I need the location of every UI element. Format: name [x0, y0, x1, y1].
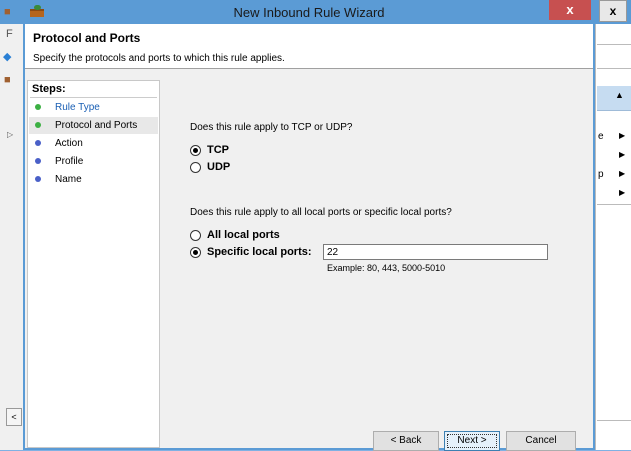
step-name: Name: [29, 171, 158, 188]
udp-radio[interactable]: [190, 162, 201, 173]
menu-letter-icon: F: [6, 28, 13, 40]
actions-divider: [597, 420, 631, 421]
step-label: Rule Type: [55, 102, 100, 113]
tree-expand-icon[interactable]: ▷: [7, 130, 13, 139]
firewall-icon: ■: [4, 6, 11, 18]
actions-divider: [597, 44, 631, 45]
dialog-title: New Inbound Rule Wizard: [233, 5, 385, 20]
wizard-dialog: New Inbound Rule Wizard x Protocol and P…: [23, 0, 595, 451]
page-subtitle: Specify the protocols and ports to which…: [33, 53, 285, 64]
background-left-pane: [0, 24, 24, 450]
back-arrow-icon[interactable]: ◆: [3, 50, 11, 63]
specific-ports-label[interactable]: Specific local ports:: [207, 246, 312, 258]
ports-example-text: Example: 80, 443, 5000-5010: [327, 263, 446, 273]
step-status-icon: [35, 122, 41, 128]
specific-ports-input[interactable]: [323, 244, 548, 260]
cancel-button[interactable]: Cancel: [506, 431, 576, 451]
submenu-arrow-icon[interactable]: ▶: [619, 188, 625, 197]
steps-title: Steps:: [32, 83, 66, 95]
back-button[interactable]: < Back: [373, 431, 439, 451]
close-button[interactable]: x: [549, 0, 591, 20]
steps-panel: Steps: Rule Type Protocol and Ports Acti…: [27, 80, 160, 448]
next-button[interactable]: Next >: [444, 431, 500, 451]
protocol-question: Does this rule apply to TCP or UDP?: [190, 122, 353, 133]
all-ports-label[interactable]: All local ports: [207, 229, 280, 241]
page-header: Protocol and Ports Specify the protocols…: [25, 24, 593, 69]
action-item-label[interactable]: e: [598, 131, 604, 142]
step-rule-type[interactable]: Rule Type: [29, 99, 158, 116]
step-label: Action: [55, 138, 83, 149]
submenu-arrow-icon[interactable]: ▶: [619, 169, 625, 178]
submenu-arrow-icon[interactable]: ▶: [619, 150, 625, 159]
next-button-label: Next >: [447, 434, 497, 448]
page-title: Protocol and Ports: [33, 31, 141, 45]
step-label: Profile: [55, 156, 84, 167]
step-protocol-and-ports: Protocol and Ports: [29, 117, 158, 134]
submenu-arrow-icon[interactable]: ▶: [619, 131, 625, 140]
step-status-icon: [35, 176, 41, 182]
step-status-icon: [35, 140, 41, 146]
steps-divider: [30, 97, 157, 98]
step-profile: Profile: [29, 153, 158, 170]
tree-node-icon: ■: [4, 74, 11, 86]
ports-question: Does this rule apply to all local ports …: [190, 207, 452, 218]
actions-header[interactable]: [597, 86, 631, 111]
udp-label[interactable]: UDP: [207, 161, 230, 173]
dialog-titlebar[interactable]: New Inbound Rule Wizard x: [23, 0, 595, 24]
dialog-content: Protocol and Ports Specify the protocols…: [25, 24, 593, 448]
tcp-radio[interactable]: [190, 145, 201, 156]
step-label: Name: [55, 174, 82, 185]
step-status-icon: [35, 158, 41, 164]
step-status-icon: [35, 104, 41, 110]
action-item-label[interactable]: p: [598, 169, 604, 180]
step-label: Protocol and Ports: [55, 120, 138, 131]
collapse-up-icon[interactable]: ▲: [615, 90, 624, 100]
step-action: Action: [29, 135, 158, 152]
actions-divider: [597, 68, 631, 69]
specific-ports-radio[interactable]: [190, 247, 201, 258]
actions-divider: [597, 204, 631, 205]
all-ports-radio[interactable]: [190, 230, 201, 241]
tcp-label[interactable]: TCP: [207, 144, 229, 156]
background-close-button[interactable]: x: [599, 0, 627, 22]
scroll-left-button[interactable]: <: [6, 408, 22, 426]
